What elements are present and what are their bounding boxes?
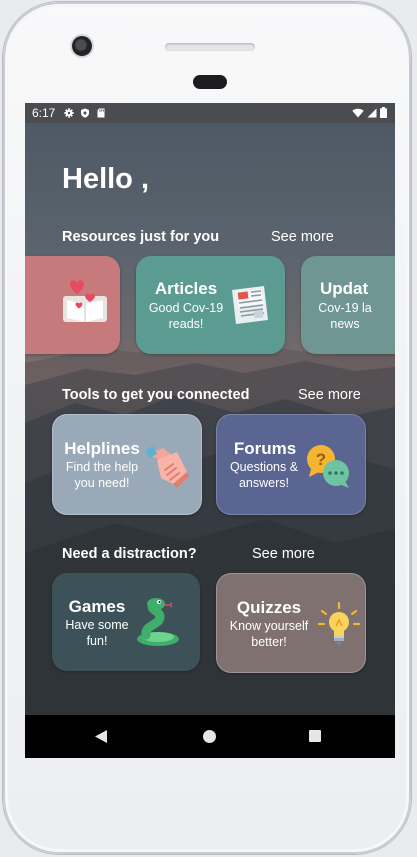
helplines-card[interactable]: Helplines Find the help you need! <box>52 414 202 515</box>
forums-card[interactable]: Forums Questions & answers! ? <box>216 414 366 515</box>
svg-text:?: ? <box>316 450 326 469</box>
handshake-icon <box>145 446 189 488</box>
games-card[interactable]: Games Have some fun! <box>52 573 200 671</box>
newspaper-icon <box>232 286 268 324</box>
resource-card-partial-left[interactable] <box>25 256 120 354</box>
updates-card-partial[interactable]: Updat Cov-19 la news <box>301 256 395 354</box>
status-bar: 6:17 <box>25 103 395 123</box>
forums-card-subtitle: Questions & answers! <box>229 460 299 490</box>
section-title-resources: Resources just for you <box>62 229 220 245</box>
section-title-tools: Tools to get you connected <box>62 387 250 403</box>
home-circle-icon[interactable] <box>202 729 217 744</box>
forums-card-title: Forums <box>233 439 297 458</box>
app-content[interactable]: Hello , Resources just for you See more … <box>25 123 395 715</box>
phone-frame: 6:17 Hello , Resources just for you See … <box>3 2 411 854</box>
chat-bubbles-icon: ? <box>307 445 349 488</box>
articles-card[interactable]: Articles Good Cov-19 reads! <box>136 256 285 354</box>
sd-card-icon <box>97 108 105 118</box>
games-card-title: Games <box>68 597 126 616</box>
section-title-distraction: Need a distraction? <box>62 546 197 562</box>
earpiece-speaker <box>165 43 255 51</box>
system-navigation-bar <box>25 715 395 758</box>
front-camera <box>72 36 92 56</box>
games-card-subtitle: Have some fun! <box>65 618 129 648</box>
updates-card-subtitle: Cov-19 la news <box>318 301 372 331</box>
screen: 6:17 Hello , Resources just for you See … <box>25 103 395 758</box>
quizzes-card[interactable]: Quizzes Know yourself better! <box>216 573 366 673</box>
snake-icon <box>137 598 179 646</box>
shield-icon <box>81 108 90 118</box>
lightbulb-icon <box>317 602 361 645</box>
recents-square-icon[interactable] <box>308 729 322 743</box>
helplines-card-title: Helplines <box>64 439 140 458</box>
articles-card-title: Articles <box>154 279 218 298</box>
wifi-icon <box>352 108 364 117</box>
back-triangle-icon[interactable] <box>94 729 108 744</box>
battery-icon <box>380 107 387 118</box>
signal-icon <box>367 108 377 117</box>
see-more-resources-link[interactable]: See more <box>271 229 334 245</box>
heart-book-icon <box>63 280 107 322</box>
updates-card-title: Updat <box>320 279 369 298</box>
proximity-sensor <box>193 75 227 89</box>
status-time: 6:17 <box>32 106 56 120</box>
articles-card-subtitle: Good Cov-19 reads! <box>148 301 224 331</box>
quizzes-card-title: Quizzes <box>236 598 302 617</box>
helplines-card-subtitle: Find the help you need! <box>65 460 139 490</box>
see-more-distraction-link[interactable]: See more <box>252 546 315 562</box>
gear-icon <box>64 108 75 118</box>
see-more-tools-link[interactable]: See more <box>298 387 361 403</box>
greeting-title: Hello , <box>62 163 150 195</box>
quizzes-card-subtitle: Know yourself better! <box>229 619 309 649</box>
